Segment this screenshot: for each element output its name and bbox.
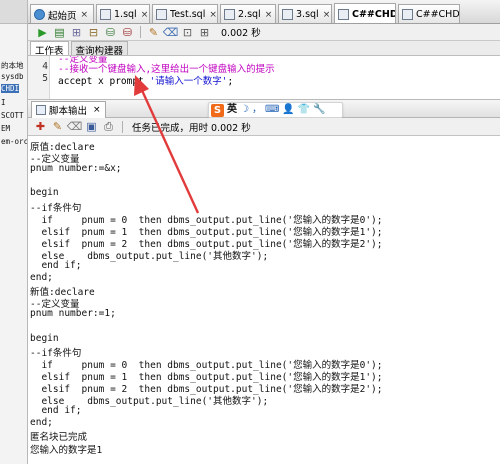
keyboard-icon[interactable]: ⌨ — [265, 105, 279, 115]
output-toolbar: ✚ ✎ ⌫ ▣ ⎙ 任务已完成，用时 0.002 秒 — [28, 118, 500, 136]
explain-plan-icon[interactable]: ⊟ — [87, 26, 100, 39]
output-line: end; — [30, 272, 53, 284]
moon-icon[interactable]: ☽ — [240, 105, 249, 115]
code-terminator: ; — [227, 76, 234, 87]
connection-icon — [338, 8, 349, 20]
ime-toolbar[interactable]: S 英 ☽ ， ⌨ 👤 👕 🔧 — [208, 102, 343, 118]
print-icon[interactable]: ⎙ — [102, 120, 115, 133]
connections-panel: 的本地 sysdb CHDI I SCOTT EM em-orcl — [0, 0, 28, 464]
close-icon[interactable]: × — [141, 10, 149, 20]
tab-script-output[interactable]: 脚本输出 × — [31, 101, 106, 118]
sql-file-icon — [282, 9, 293, 20]
tree-node[interactable]: 的本地 — [1, 60, 24, 71]
comma-icon[interactable]: ， — [252, 105, 262, 115]
close-icon[interactable]: × — [265, 10, 273, 20]
line-number: 5 — [42, 73, 48, 84]
sql-file-icon — [224, 9, 235, 20]
tree-node[interactable]: EM — [1, 124, 10, 133]
connections-panel-header — [0, 0, 27, 24]
sql-file-icon — [100, 9, 111, 20]
close-icon[interactable]: × — [209, 10, 217, 20]
tree-node[interactable]: I — [1, 98, 6, 107]
tree-node[interactable]: SCOTT — [1, 111, 24, 120]
tab-worksheet[interactable]: 工作表 — [30, 41, 69, 57]
tree-node[interactable]: sysdb — [1, 72, 24, 81]
code-string-text: '请输入一个数字' — [149, 76, 228, 87]
connection-icon — [402, 9, 413, 20]
ime-mode-toggle[interactable]: 英 — [227, 105, 237, 115]
sql-editor[interactable]: --定义变量 4 --接收一个键盘输入,这里给出一个键盘输入的提示 5 acce… — [28, 56, 500, 100]
save-icon[interactable]: ▣ — [85, 120, 98, 133]
format-sql-icon[interactable]: ✎ — [147, 26, 160, 39]
tab-chdi-worksheet[interactable]: C##CHDI × — [334, 3, 396, 23]
edit-icon[interactable]: ✎ — [51, 120, 64, 133]
close-icon[interactable]: × — [81, 10, 89, 20]
line-number: 4 — [42, 61, 48, 72]
task-status: 任务已完成，用时 0.002 秒 — [132, 122, 251, 134]
document-tab-bar: 起始页 × 1.sql × Test.sql × 2.sql × 3.sql ×… — [28, 0, 500, 24]
tab-label: 起始页 — [48, 10, 77, 22]
code-text: accept x prompt '请输入一个数字'; — [58, 73, 233, 87]
history-icon[interactable]: ⊡ — [181, 26, 194, 39]
output-line: begin — [30, 187, 59, 199]
tab-chdi-worksheet-2[interactable]: C##CHDI~1 — [398, 4, 460, 23]
output-line: end if; — [30, 260, 82, 271]
run-statement-icon[interactable]: ▶ — [36, 26, 49, 39]
tab-label: 3.sql — [296, 9, 319, 20]
tab-label: C##CHDI~1 — [416, 9, 460, 20]
commit-icon[interactable]: ⛁ — [104, 26, 117, 39]
tree-node[interactable]: em-orcl — [1, 137, 27, 146]
tab-label: 脚本输出 — [49, 106, 88, 117]
close-icon[interactable]: × — [93, 105, 101, 115]
user-icon[interactable]: 👤 — [282, 105, 294, 115]
output-line: end; — [30, 417, 53, 429]
run-script-icon[interactable]: ▤ — [53, 26, 66, 39]
tab-query-builder[interactable]: 查询构建器 — [70, 41, 129, 57]
script-output-icon — [36, 105, 46, 115]
output-line: pnum number:=&x; — [30, 163, 122, 175]
tab-label: 2.sql — [238, 9, 261, 20]
tab-start-page[interactable]: 起始页 × — [30, 4, 94, 23]
editor-line: 5 accept x prompt '请输入一个数字'; — [28, 73, 500, 87]
home-icon — [34, 9, 45, 20]
output-line: begin — [30, 332, 59, 344]
tree-node-selected[interactable]: CHDI — [1, 84, 20, 93]
output-line: pnum number:=1; — [30, 308, 116, 320]
clear-output-icon[interactable]: ⌫ — [67, 120, 83, 133]
elapsed-time: 0.002 秒 — [221, 28, 261, 39]
output-line: end if; — [30, 405, 82, 417]
autotrace-icon[interactable]: ⊞ — [70, 26, 83, 39]
worksheet-subtabs: 工作表 查询构建器 — [28, 41, 500, 57]
clear-icon[interactable]: ⌫ — [163, 26, 179, 39]
tab-1-sql[interactable]: 1.sql × — [96, 4, 150, 23]
tab-label: C##CHDI — [352, 8, 395, 20]
tab-label: Test.sql — [170, 9, 206, 20]
pin-icon[interactable]: ✚ — [34, 120, 47, 133]
code-keyword-text: accept x prompt — [58, 76, 150, 87]
tab-test-sql[interactable]: Test.sql × — [152, 4, 218, 23]
shirt-icon[interactable]: 👕 — [298, 105, 310, 115]
tab-2-sql[interactable]: 2.sql × — [220, 4, 276, 23]
close-icon[interactable]: × — [323, 10, 331, 20]
tab-3-sql[interactable]: 3.sql × — [278, 4, 332, 23]
editor-line: 4 --接收一个键盘输入,这里给出一个键盘输入的提示 — [28, 61, 500, 75]
output-line: 您输入的数字是1 — [30, 444, 103, 456]
tab-label: 1.sql — [114, 9, 137, 20]
toolbar-separator — [140, 26, 141, 38]
toolbar-separator — [122, 120, 123, 133]
rollback-icon[interactable]: ⛁ — [121, 26, 134, 39]
sql-file-icon — [156, 9, 167, 20]
wrench-icon[interactable]: 🔧 — [313, 105, 325, 115]
sql-tuning-icon[interactable]: ⊞ — [198, 26, 211, 39]
sogou-logo-icon[interactable]: S — [211, 103, 224, 117]
script-output-area[interactable]: 原值:declare --定义变量 pnum number:=&x; begin --i… — [28, 137, 500, 464]
worksheet-toolbar: ▶ ▤ ⊞ ⊟ ⛁ ⛁ ✎ ⌫ ⊡ ⊞ 0.002 秒 — [28, 24, 500, 41]
